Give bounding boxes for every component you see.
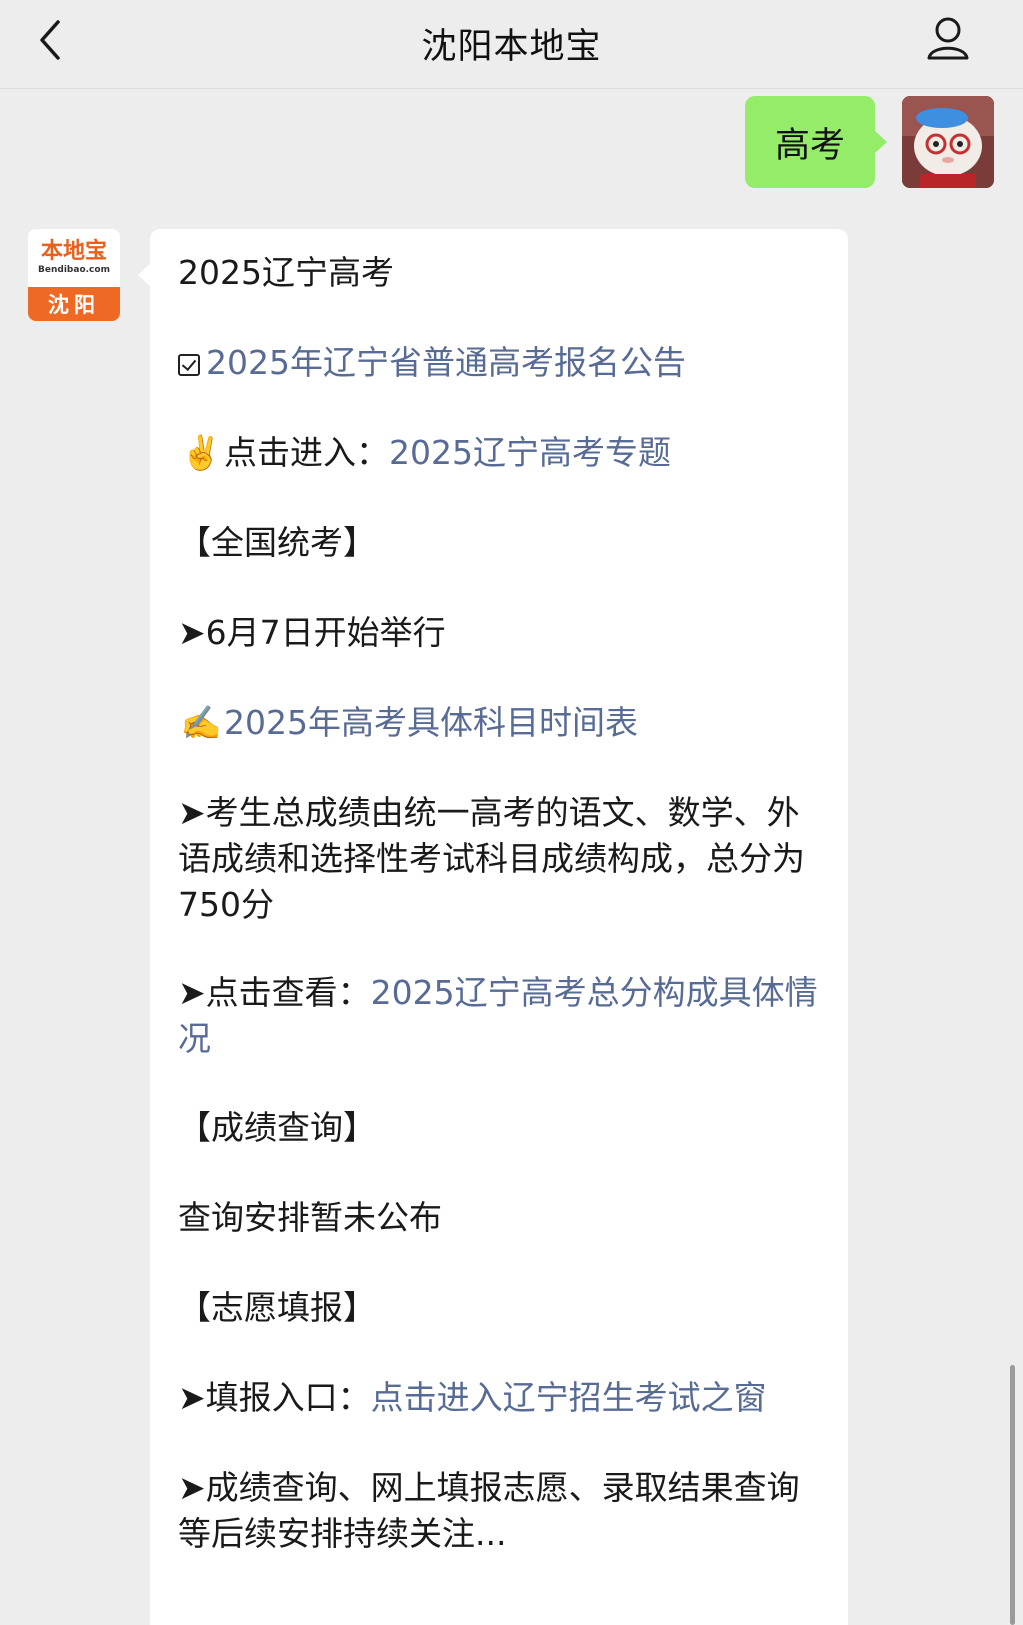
checkbox-icon — [178, 354, 200, 376]
schedule-line: ✍️2025年高考具体科目时间表 — [178, 700, 828, 746]
topic-link[interactable]: 2025辽宁高考专题 — [389, 433, 671, 472]
user-avatar[interactable] — [902, 96, 994, 188]
message-title: 2025辽宁高考 — [178, 253, 394, 292]
score-query-text: 查询安排暂未公布 — [178, 1198, 442, 1237]
person-icon — [927, 17, 969, 60]
application-prefix: ➤填报入口： — [178, 1378, 371, 1417]
score-composition-text: ➤考生总成绩由统一高考的语文、数学、外语成绩和选择性考试科目成绩构成，总分为75… — [178, 793, 805, 924]
sent-message-text: 高考 — [774, 125, 845, 166]
view-line: ➤点击查看：2025辽宁高考总分构成具体情况 — [178, 970, 828, 1062]
topic-line: ✌️点击进入：2025辽宁高考专题 — [178, 430, 828, 476]
view-prefix: ➤点击查看： — [178, 973, 371, 1012]
received-message-bubble: 2025辽宁高考 2025年辽宁省普通高考报名公告 ✌️点击进入：2025辽宁高… — [138, 229, 848, 1625]
sent-message-bubble[interactable]: 高考 — [745, 96, 887, 188]
page-title: 沈阳本地宝 — [421, 27, 602, 67]
victory-hand-icon: ✌️ — [180, 433, 222, 472]
avatar-image — [902, 96, 994, 188]
writing-hand-icon: ✍️ — [180, 703, 222, 742]
exam-start-line: ➤6月7日开始举行 — [178, 613, 446, 652]
logo-city-text: 沈阳 — [28, 287, 120, 321]
bot-logo: 本地宝 Bendibao.com — [28, 229, 120, 287]
section-score: 【成绩查询】 — [178, 1108, 376, 1147]
top-bar: 沈阳本地宝 — [0, 0, 1023, 89]
bot-avatar[interactable]: 本地宝 Bendibao.com 沈阳 — [28, 229, 120, 321]
logo-sub-text: Bendibao.com — [38, 265, 110, 275]
profile-button[interactable] — [923, 14, 973, 64]
section-application: 【志愿填报】 — [178, 1288, 376, 1327]
schedule-link[interactable]: 2025年高考具体科目时间表 — [224, 703, 638, 742]
follow-up-text: ➤成绩查询、网上填报志愿、录取结果查询等后续安排持续关注... — [178, 1468, 800, 1553]
application-link[interactable]: 点击进入辽宁招生考试之窗 — [371, 1378, 767, 1417]
topic-prefix: 点击进入： — [224, 433, 389, 472]
logo-main-text: 本地宝 — [40, 239, 107, 264]
scrollbar[interactable] — [1010, 1365, 1015, 1625]
registration-link[interactable]: 2025年辽宁省普通高考报名公告 — [206, 343, 686, 382]
section-national: 【全国统考】 — [178, 523, 376, 562]
registration-line: 2025年辽宁省普通高考报名公告 — [178, 340, 828, 386]
application-line: ➤填报入口：点击进入辽宁招生考试之窗 — [178, 1375, 828, 1421]
